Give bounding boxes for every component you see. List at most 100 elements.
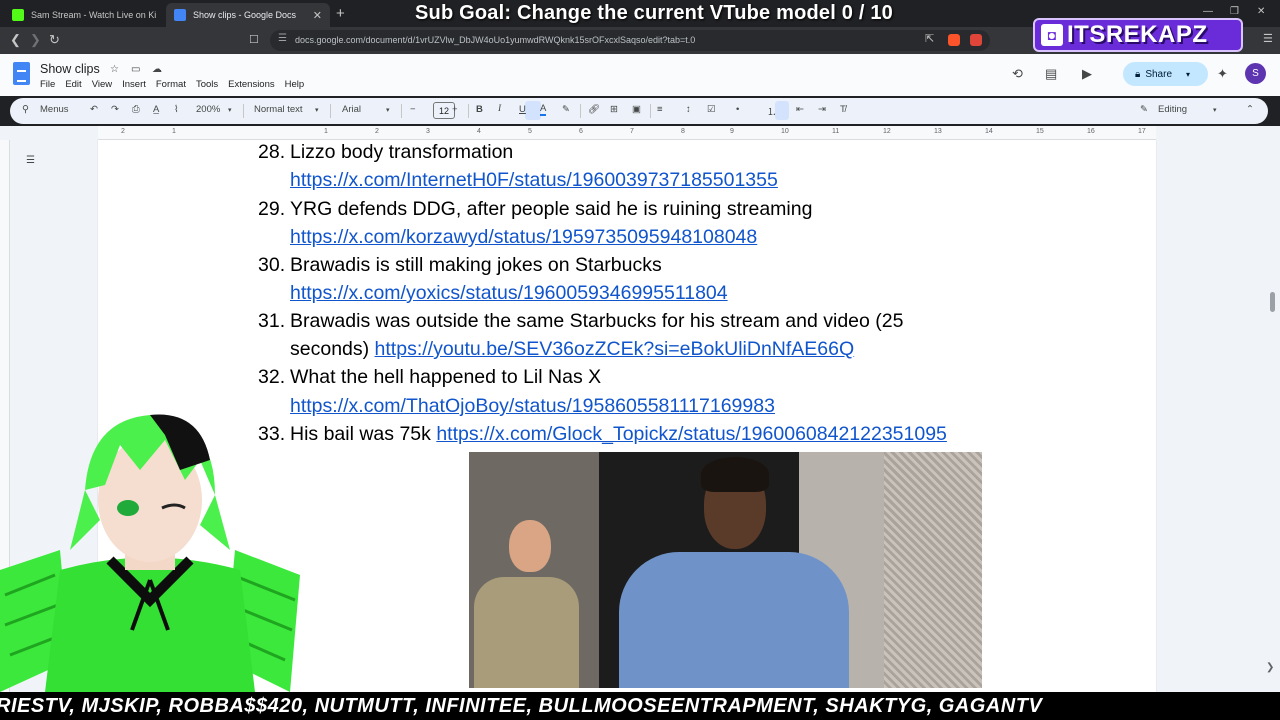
list-item-line: https://x.com/korzawyd/status/1959735095…	[290, 223, 757, 251]
clear-formatting-icon[interactable]: T̸	[840, 104, 846, 115]
chevron-down-icon[interactable]: ▾	[228, 106, 232, 114]
sub-goal-overlay: Sub Goal: Change the current VTube model…	[415, 2, 893, 24]
embedded-photo[interactable]	[469, 452, 982, 688]
style-select[interactable]: Normal text	[254, 104, 303, 115]
align-icon[interactable]: ≡	[657, 104, 663, 115]
omnibox[interactable]: ☰ docs.google.com/document/d/1vrUZVlw_Db…	[270, 30, 990, 51]
tab-google-docs[interactable]: Show clips - Google Docs ✕	[166, 3, 330, 27]
horizontal-ruler[interactable]: 2 1 1 2 3 4 5 6 7 8 9 10 11 12 13 14 15 …	[98, 126, 1156, 140]
list-item[interactable]: 32. What the hell happened to Lil Nas X	[258, 363, 601, 391]
link-icon[interactable]: 🔗︎	[588, 104, 600, 115]
account-avatar[interactable]: S	[1245, 63, 1266, 84]
minimize-icon[interactable]: —	[1203, 6, 1213, 17]
redo-icon[interactable]: ↷	[111, 104, 119, 115]
checklist-icon[interactable]: ☑	[707, 104, 716, 115]
share-page-icon[interactable]: ⇱	[925, 32, 934, 45]
site-info-icon[interactable]: ☰	[278, 33, 287, 44]
list-item[interactable]: 33. His bail was 75k https://x.com/Glock_…	[258, 420, 947, 448]
decrease-indent-icon[interactable]: ⇤	[796, 104, 804, 115]
list-item[interactable]: 31. Brawadis was outside the same Starbuc…	[258, 307, 903, 335]
clip-link[interactable]: https://x.com/yoxics/status/196005934699…	[290, 282, 728, 304]
bulleted-list-icon[interactable]: •	[736, 104, 739, 115]
chevron-down-icon[interactable]: ▾	[315, 106, 319, 114]
mode-select[interactable]: Editing	[1158, 104, 1187, 115]
underline-active-bg	[525, 101, 541, 120]
menu-edit[interactable]: Edit	[65, 79, 81, 90]
bold-icon[interactable]: B	[476, 104, 483, 115]
document-outline-icon[interactable]: ☰	[26, 155, 35, 166]
menu-help[interactable]: Help	[285, 79, 305, 90]
highlight-icon[interactable]: ✎	[562, 104, 570, 115]
chevron-down-icon[interactable]: ▾	[1213, 106, 1217, 114]
screen: Sam Stream - Watch Live on Kick Show cli…	[0, 0, 1280, 720]
chevron-down-icon[interactable]: ▾	[386, 106, 390, 114]
menus-search[interactable]: Menus	[40, 104, 69, 115]
menu-extensions[interactable]: Extensions	[228, 79, 274, 90]
paint-format-icon[interactable]: ⌇	[174, 104, 179, 115]
bookmark-icon[interactable]: ☐	[249, 33, 259, 46]
menu-tools[interactable]: Tools	[196, 79, 218, 90]
tab-kick-stream[interactable]: Sam Stream - Watch Live on Kick	[4, 3, 164, 27]
comments-icon[interactable]: ▤	[1045, 66, 1057, 82]
list-item[interactable]: 29. YRG defends DDG, after people said he…	[258, 195, 812, 223]
forward-icon[interactable]: ❯	[30, 32, 41, 48]
url-text[interactable]: docs.google.com/document/d/1vrUZVlw_DbJW…	[295, 35, 695, 45]
restore-icon[interactable]: ❐	[1230, 6, 1239, 17]
undo-icon[interactable]: ↶	[90, 104, 98, 115]
zoom-select[interactable]: 200%	[196, 104, 220, 115]
ruler-number: 3	[426, 128, 430, 135]
italic-icon[interactable]: I	[498, 104, 501, 114]
toolbar-divider	[401, 104, 402, 118]
font-select[interactable]: Arial	[342, 104, 361, 115]
star-icon[interactable]: ☆	[110, 64, 119, 75]
gemini-icon[interactable]: ✦	[1217, 66, 1228, 82]
item-text: Brawadis was outside the same Starbucks …	[290, 310, 904, 332]
menu-insert[interactable]: Insert	[122, 79, 146, 90]
document-title[interactable]: Show clips	[40, 62, 100, 76]
menu-format[interactable]: Format	[156, 79, 186, 90]
menu-view[interactable]: View	[92, 79, 112, 90]
add-comment-icon[interactable]: ⊞	[610, 104, 618, 115]
menu-file[interactable]: File	[40, 79, 55, 90]
clip-link[interactable]: https://youtu.be/SEV36ozZCEk?si=eBokUliD…	[375, 338, 855, 360]
menu-icon[interactable]: ☰	[1263, 32, 1273, 45]
brave-shield-icon[interactable]	[948, 34, 960, 46]
print-icon[interactable]: ⎙	[132, 104, 140, 115]
ruler-number: 17	[1138, 128, 1146, 135]
scrollbar-thumb[interactable]	[1270, 292, 1275, 312]
insert-image-icon[interactable]: ▣	[632, 104, 641, 115]
close-tab-icon[interactable]: ✕	[313, 9, 322, 22]
tab-title: Show clips - Google Docs	[193, 10, 297, 20]
collapse-menus-icon[interactable]: ⌃	[1246, 104, 1254, 115]
chevron-down-icon[interactable]: ▾	[1186, 70, 1190, 79]
rewards-icon[interactable]	[970, 34, 982, 46]
close-window-icon[interactable]: ✕	[1257, 6, 1265, 17]
explore-icon[interactable]: ❯	[1266, 662, 1274, 673]
list-number: 32.	[258, 366, 286, 388]
ruler-number: 2	[375, 128, 379, 135]
list-item[interactable]: 30. Brawadis is still making jokes on Sta…	[258, 251, 662, 279]
clip-link[interactable]: https://x.com/ThatOjoBoy/status/19586055…	[290, 395, 775, 417]
increase-font-icon[interactable]: +	[452, 104, 458, 115]
decrease-font-icon[interactable]: −	[410, 104, 416, 115]
version-history-icon[interactable]: ⟲	[1012, 66, 1023, 82]
spellcheck-icon[interactable]: A̲	[153, 104, 159, 115]
numbered-list-icon[interactable]: ⒈	[767, 104, 777, 118]
meet-icon[interactable]: ▶	[1082, 66, 1092, 82]
new-tab-icon[interactable]: +	[336, 5, 345, 22]
increase-indent-icon[interactable]: ⇥	[818, 104, 826, 115]
line-spacing-icon[interactable]: ↕	[686, 104, 691, 115]
move-folder-icon[interactable]: ▭	[131, 64, 140, 75]
search-icon[interactable]: ⚲	[22, 104, 29, 115]
docs-logo-icon[interactable]	[13, 62, 30, 85]
reload-icon[interactable]: ↻	[49, 32, 60, 48]
cloud-status-icon[interactable]: ☁	[152, 64, 162, 75]
clip-link[interactable]: https://x.com/InternetH0F/status/1960039…	[290, 169, 778, 191]
underline-icon[interactable]: U	[519, 104, 526, 115]
text-color-icon[interactable]: A	[540, 104, 547, 116]
clip-link[interactable]: https://x.com/korzawyd/status/1959735095…	[290, 226, 757, 248]
share-button[interactable]: 🔒︎ Share ▾	[1123, 62, 1208, 86]
list-item[interactable]: 28. Lizzo body transformation	[258, 138, 513, 166]
back-icon[interactable]: ❮	[10, 32, 21, 48]
clip-link[interactable]: https://x.com/Glock_Topickz/status/19600…	[436, 423, 947, 445]
